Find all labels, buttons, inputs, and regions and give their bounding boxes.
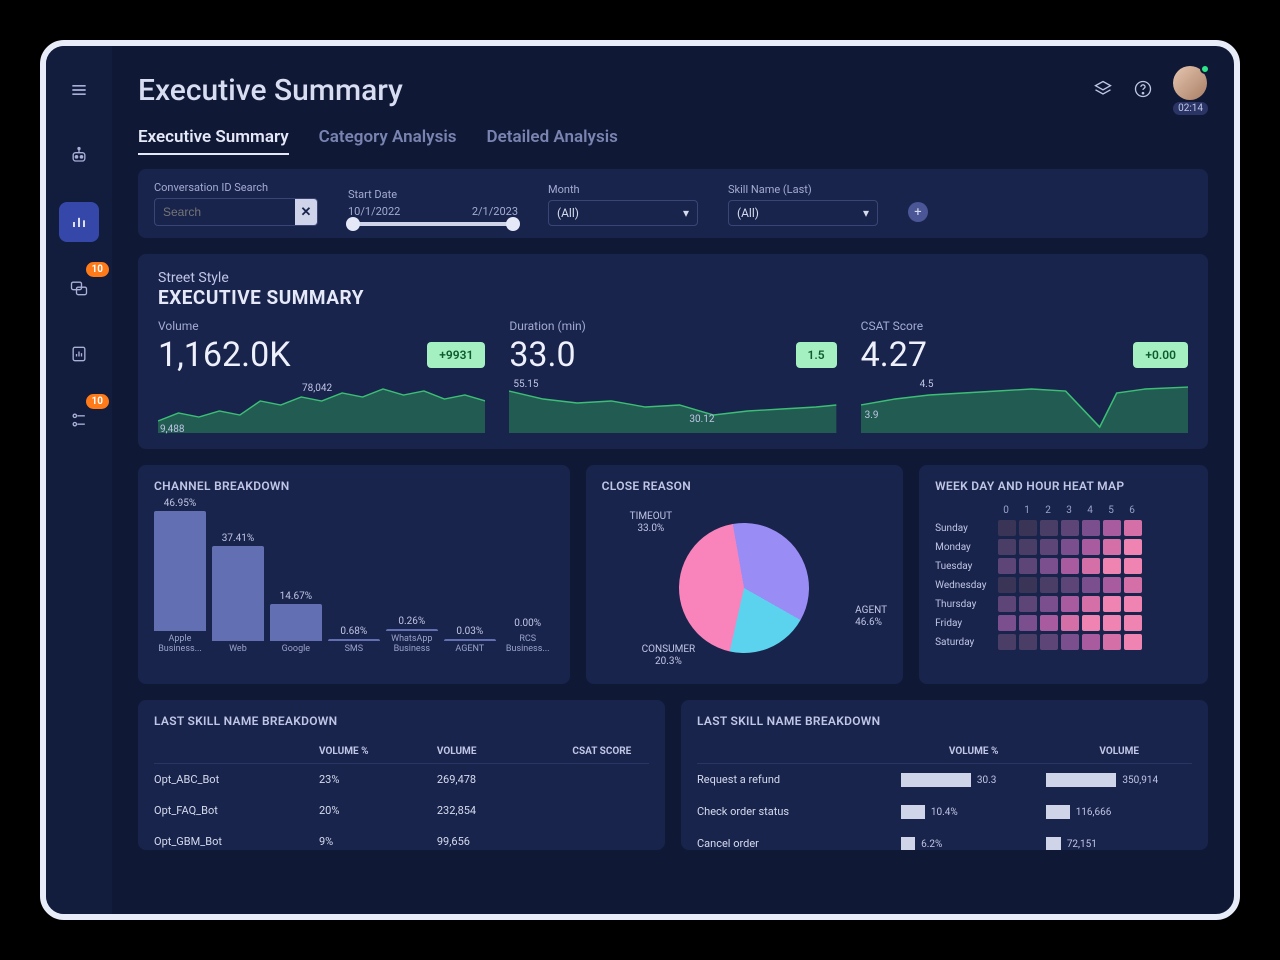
table-row: Check order status 10.4% 116,666 (697, 796, 1192, 828)
summary-title: EXECUTIVE SUMMARY (158, 286, 1188, 309)
search-label: Conversation ID Search (154, 181, 318, 194)
skill-right-title: LAST SKILL NAME BREAKDOWN (697, 714, 1192, 728)
close-reason-panel: CLOSE REASON TIMEOUT33.0% AGENT46.6% CON… (586, 465, 903, 684)
brand-name: Street Style (158, 270, 1188, 286)
heat-row-saturday: Saturday (935, 634, 1192, 650)
analytics-icon[interactable] (59, 202, 99, 242)
start-date-label: Start Date (348, 188, 518, 201)
workflow-badge: 10 (86, 394, 109, 409)
bar-whatsapp-business: 0.26%WhatsApp Business (386, 616, 438, 655)
bar-sms: 0.68%SMS (328, 626, 380, 655)
tab-detailed-analysis[interactable]: Detailed Analysis (487, 127, 618, 155)
reports-icon[interactable] (59, 334, 99, 374)
menu-icon[interactable] (59, 70, 99, 110)
heat-row-sunday: Sunday (935, 520, 1192, 536)
skill-table-right: LAST SKILL NAME BREAKDOWN VOLUME % VOLUM… (681, 700, 1208, 850)
skill-table-left: LAST SKILL NAME BREAKDOWN VOLUME % VOLUM… (138, 700, 665, 850)
heat-row-monday: Monday (935, 539, 1192, 555)
tabs: Executive Summary Category Analysis Deta… (138, 127, 1208, 155)
table-row: Opt_GBM_Bot9%99,656 (154, 826, 649, 850)
bot-icon[interactable] (59, 136, 99, 176)
skill-label: Skill Name (Last) (728, 183, 878, 196)
tab-category-analysis[interactable]: Category Analysis (319, 127, 457, 155)
tab-executive-summary[interactable]: Executive Summary (138, 127, 289, 155)
bar-rcs-business-: 0.00%RCS Business... (502, 618, 554, 655)
user-avatar[interactable]: 02:14 (1173, 66, 1208, 115)
kpi-csat-score: CSAT Score 4.27 +0.00 3.9 4.5 (861, 319, 1188, 433)
pie-label-consumer: CONSUMER20.3% (642, 644, 696, 668)
table-row: Opt_FAQ_Bot20%232,854 (154, 795, 649, 826)
kpi-volume: Volume 1,162.0K +9931 9,488 78,042 (158, 319, 485, 433)
kpi-delta: +0.00 (1133, 342, 1188, 368)
online-indicator-icon (1200, 64, 1210, 74)
skill-select[interactable]: (All) ▾ (728, 200, 878, 226)
bar-agent: 0.03%AGENT (444, 626, 496, 655)
conversations-badge: 10 (86, 262, 109, 277)
skill-left-title: LAST SKILL NAME BREAKDOWN (154, 714, 649, 728)
filter-bar: Conversation ID Search ✕ Start Date 10/1… (138, 169, 1208, 238)
kpi-delta: +9931 (427, 342, 485, 368)
month-select[interactable]: (All) ▾ (548, 200, 698, 226)
month-label: Month (548, 183, 698, 196)
kpi-duration-min-: Duration (min) 33.0 1.5 30.12 55.15 (509, 319, 836, 433)
bar-web: 37.41%Web (212, 533, 264, 656)
add-filter-button[interactable]: + (908, 202, 928, 222)
kpi-delta: 1.5 (796, 342, 837, 368)
bar-apple-business-: 46.95%Apple Business... (154, 498, 206, 655)
date-range-slider[interactable]: 10/1/2022 2/1/2023 (348, 205, 518, 226)
help-icon[interactable] (1133, 79, 1153, 103)
close-reason-title: CLOSE REASON (602, 479, 887, 493)
channel-title: CHANNEL BREAKDOWN (154, 479, 554, 493)
page-title: Executive Summary (138, 73, 403, 108)
clear-search-button[interactable]: ✕ (295, 199, 317, 225)
table-row: Request a refund 30.3 350,914 (697, 764, 1192, 796)
sidebar: 10 10 (46, 46, 112, 914)
session-timer: 02:14 (1173, 102, 1208, 115)
bar-google: 14.67%Google (270, 591, 322, 655)
heatmap-title: WEEK DAY AND HOUR HEAT MAP (935, 479, 1192, 493)
channel-breakdown-panel: CHANNEL BREAKDOWN 46.95%Apple Business..… (138, 465, 570, 684)
end-date-value: 2/1/2023 (472, 205, 518, 218)
layers-icon[interactable] (1093, 79, 1113, 103)
chevron-down-icon: ▾ (863, 206, 869, 220)
conversations-icon[interactable]: 10 (59, 268, 99, 308)
summary-card: Street Style EXECUTIVE SUMMARY Volume 1,… (138, 254, 1208, 449)
heatmap-panel: WEEK DAY AND HOUR HEAT MAP 0123456 Sunda… (919, 465, 1208, 684)
heat-row-friday: Friday (935, 615, 1192, 631)
table-row: Cancel order 6.2% 72,151 (697, 828, 1192, 850)
search-input[interactable] (155, 200, 295, 224)
pie-label-timeout: TIMEOUT33.0% (630, 511, 672, 535)
workflow-icon[interactable]: 10 (59, 400, 99, 440)
heat-row-tuesday: Tuesday (935, 558, 1192, 574)
chevron-down-icon: ▾ (683, 206, 689, 220)
heat-row-thursday: Thursday (935, 596, 1192, 612)
heat-row-wednesday: Wednesday (935, 577, 1192, 593)
start-date-value: 10/1/2022 (348, 205, 400, 218)
pie-label-agent: AGENT46.6% (855, 605, 887, 629)
close-reason-pie (669, 512, 820, 663)
table-row: Opt_ABC_Bot23%269,478 (154, 764, 649, 795)
